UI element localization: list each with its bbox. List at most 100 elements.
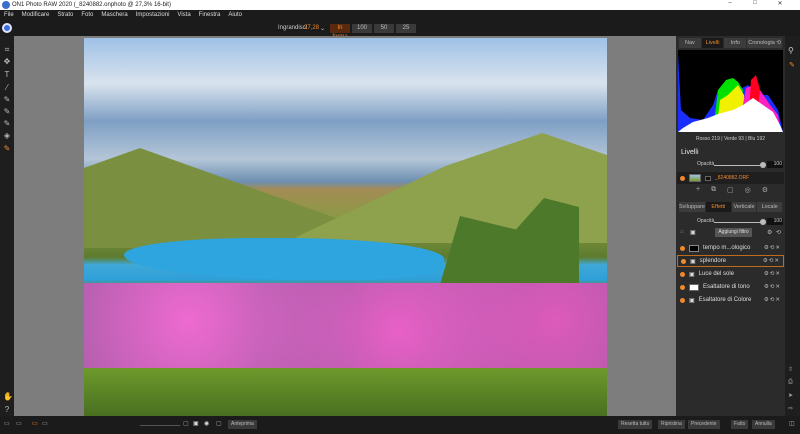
- panel-toggle-icon[interactable]: ◫: [789, 420, 795, 427]
- menu-strato[interactable]: Strato: [57, 10, 73, 20]
- share-icon[interactable]: ➤: [788, 392, 793, 399]
- mask-brush-icon[interactable]: ✎: [3, 108, 11, 116]
- filter-name[interactable]: Esaltatore di Colore: [699, 297, 752, 303]
- merge-icon[interactable]: ▢: [727, 186, 734, 194]
- zoom-50-button[interactable]: 50: [374, 24, 394, 33]
- tab-sviluppare[interactable]: Sviluppare: [679, 202, 705, 212]
- visibility-icon[interactable]: [680, 271, 685, 277]
- filter-actions[interactable]: ⚙⟲✕: [764, 284, 784, 290]
- retouch-tool-icon[interactable]: ✎: [3, 96, 11, 104]
- menu-file[interactable]: File: [4, 10, 14, 20]
- mask-overlay-icon[interactable]: ▣: [193, 420, 199, 427]
- browse-module-icon[interactable]: ⚲: [788, 46, 794, 55]
- print-icon[interactable]: ⎙: [788, 379, 793, 386]
- mask-icon[interactable]: ▣: [690, 229, 696, 236]
- effects-opacity-value[interactable]: 100: [767, 218, 783, 225]
- cancel-button[interactable]: Annulla: [752, 420, 775, 429]
- filter-name[interactable]: splendore: [700, 258, 726, 264]
- restore-button[interactable]: Ripristina: [658, 420, 685, 429]
- filter-name[interactable]: tempo m...ologico: [703, 245, 750, 251]
- close-button[interactable]: ✕: [770, 0, 790, 10]
- zoom-100-button[interactable]: 100: [352, 24, 372, 33]
- move-tool-icon[interactable]: ✥: [3, 58, 11, 66]
- visibility-icon[interactable]: [680, 245, 685, 251]
- tab-locale[interactable]: Locale: [757, 202, 783, 212]
- filter-name[interactable]: Luce del sole: [699, 271, 734, 277]
- filmstrip-icon[interactable]: ▭: [4, 420, 10, 427]
- brush-tool-icon[interactable]: ⁄: [3, 84, 11, 92]
- layer-opacity-slider[interactable]: [714, 165, 764, 166]
- visibility-icon[interactable]: [680, 175, 685, 181]
- filter-actions[interactable]: ⚙⟲✕: [764, 297, 784, 303]
- active-tool-icon[interactable]: ✎: [3, 145, 11, 153]
- menu-aiuto[interactable]: Aiuto: [228, 10, 242, 20]
- truth-icon[interactable]: ▢: [216, 420, 222, 427]
- add-layer-icon[interactable]: +: [696, 186, 700, 194]
- filter-row[interactable]: Esaltatore di tono ⚙⟲✕: [677, 281, 784, 293]
- edit-module-icon[interactable]: ✎: [789, 61, 795, 69]
- compare-icon[interactable]: ▭: [16, 420, 22, 427]
- duplicate-icon[interactable]: ⧉: [711, 186, 716, 194]
- mask-view-icon[interactable]: ▢: [183, 420, 189, 427]
- tab-cronologia[interactable]: Cronologia ⟲: [747, 38, 782, 48]
- gear-icon[interactable]: ⚙: [762, 186, 768, 194]
- perfect-eraser-icon[interactable]: ◈: [3, 132, 11, 140]
- fit-button[interactable]: In forma: [330, 24, 350, 40]
- tab-verticale[interactable]: Verticale: [731, 202, 757, 212]
- send-icon[interactable]: ⇨: [788, 405, 793, 412]
- brush-size-slider[interactable]: [140, 425, 180, 426]
- layer-row[interactable]: _8240882.ORF: [677, 172, 784, 184]
- reset-all-button[interactable]: Resetta tutto: [618, 420, 653, 429]
- zoom-25-button[interactable]: 25: [396, 24, 416, 33]
- crop-tool-icon[interactable]: ⌗: [3, 46, 11, 54]
- menu-vista[interactable]: Vista: [177, 10, 190, 20]
- browse-icon[interactable]: [2, 23, 12, 33]
- mask-color-icon[interactable]: ◉: [204, 420, 209, 427]
- gear-icon[interactable]: ⚙: [767, 229, 772, 236]
- filter-row[interactable]: ▣ Luce del sole ⚙⟲✕: [677, 268, 784, 280]
- filter-actions[interactable]: ⚙⟲✕: [763, 258, 783, 264]
- refine-brush-icon[interactable]: ✎: [3, 120, 11, 128]
- maximize-button[interactable]: □: [745, 0, 765, 10]
- effects-opacity-slider[interactable]: [714, 222, 764, 223]
- delete-icon[interactable]: ◎: [745, 186, 751, 194]
- menu-maschera[interactable]: Maschera: [101, 10, 127, 20]
- filter-actions[interactable]: ⚙⟲✕: [764, 271, 784, 277]
- filter-row[interactable]: ▣ Esaltatore di Colore ⚙⟲✕: [677, 294, 784, 306]
- filter-name[interactable]: Esaltatore di tono: [703, 284, 750, 290]
- tab-info[interactable]: Info: [724, 38, 747, 48]
- layer-opacity-value[interactable]: 100: [767, 161, 783, 168]
- filter-row-selected[interactable]: ▣ splendore ⚙⟲✕: [677, 255, 784, 267]
- layer-opacity-knob[interactable]: [760, 162, 766, 168]
- visibility-icon[interactable]: [680, 284, 685, 290]
- done-button[interactable]: Fatto: [731, 420, 749, 429]
- filter-row[interactable]: tempo m...ologico ⚙⟲✕: [677, 242, 784, 254]
- menu-foto[interactable]: Foto: [81, 10, 93, 20]
- tab-nav[interactable]: Nav: [679, 38, 701, 48]
- help-icon[interactable]: ?: [3, 406, 11, 414]
- visibility-icon[interactable]: [680, 297, 685, 303]
- hand-tool-icon[interactable]: ✋: [3, 393, 13, 401]
- effects-opacity-knob[interactable]: [760, 219, 766, 225]
- menu-finestra[interactable]: Finestra: [199, 10, 221, 20]
- previous-button[interactable]: Precedente: [688, 420, 720, 429]
- single-view-icon[interactable]: ▭: [32, 420, 38, 427]
- tab-livelli[interactable]: Livelli: [701, 38, 724, 48]
- text-tool-icon[interactable]: T: [3, 71, 11, 79]
- tab-effetti[interactable]: Effetti: [706, 202, 731, 212]
- reset-icon[interactable]: ⟲: [776, 229, 781, 236]
- photo-image[interactable]: [84, 38, 607, 416]
- lock-icon[interactable]: ⌂: [680, 229, 684, 235]
- split-view-icon[interactable]: ▭: [42, 420, 48, 427]
- minimize-button[interactable]: –: [720, 0, 740, 10]
- export-icon[interactable]: ⇧: [788, 366, 793, 373]
- menu-impostazioni[interactable]: Impostazioni: [136, 10, 170, 20]
- add-filter-button[interactable]: Aggiungi filtro: [715, 228, 752, 237]
- zoom-value[interactable]: 27,28: [304, 25, 319, 31]
- preview-button[interactable]: Anteprima: [228, 420, 257, 429]
- chevron-down-icon[interactable]: ⌄: [320, 25, 325, 32]
- layer-name[interactable]: _8240882.ORF: [715, 175, 749, 181]
- menu-modificare[interactable]: Modificare: [22, 10, 50, 20]
- filter-actions[interactable]: ⚙⟲✕: [764, 245, 784, 251]
- visibility-icon[interactable]: [681, 258, 686, 264]
